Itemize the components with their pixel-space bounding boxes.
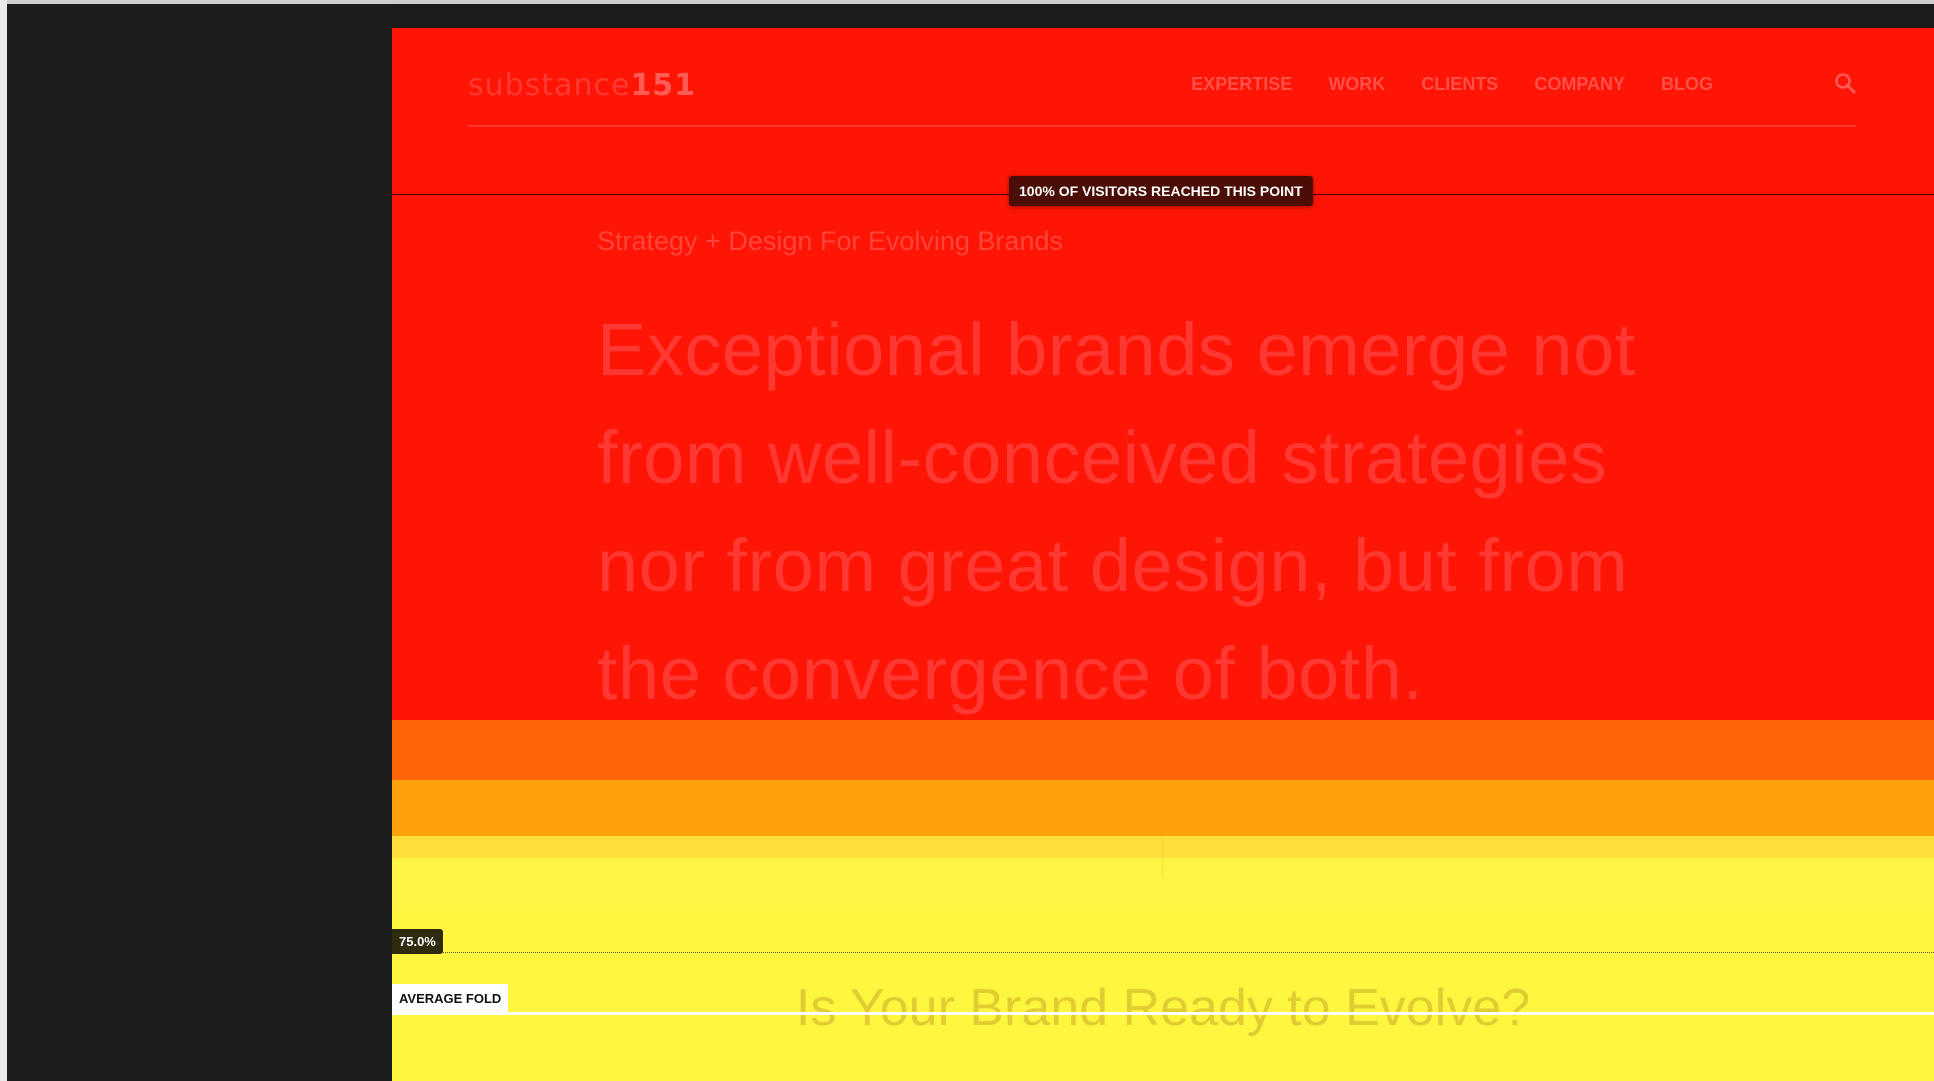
nav-company[interactable]: COMPANY: [1534, 74, 1625, 95]
heatmap-band-gold: [392, 836, 1934, 858]
nav-clients[interactable]: CLIENTS: [1421, 74, 1498, 95]
top-reach-label: 100% OF VISITORS REACHED THIS POINT: [1009, 176, 1313, 206]
heatmap-band-yellow: [392, 858, 1934, 910]
search-icon[interactable]: [1834, 72, 1856, 94]
hero-heading: Exceptional brands emerge not from well-…: [597, 308, 1636, 715]
window-left-edge: [0, 0, 7, 1081]
scroll-depth-label[interactable]: 75.0%: [392, 929, 443, 954]
heatmap-band-orange: [392, 720, 1934, 780]
header-divider: [468, 125, 1856, 127]
heatmap-band-amber: [392, 780, 1934, 836]
nav-blog[interactable]: BLOG: [1661, 74, 1713, 95]
nav-work[interactable]: WORK: [1328, 74, 1385, 95]
scroll-heatmap-preview: substance151 EXPERTISE WORK CLIENTS COMP…: [392, 28, 1934, 1081]
nav-expertise[interactable]: EXPERTISE: [1191, 74, 1292, 95]
logo-number: 151: [630, 68, 697, 103]
average-fold-line: [392, 1012, 1934, 1015]
left-panel: [7, 4, 392, 1081]
divider: [1162, 836, 1163, 876]
logo-text: substance: [468, 68, 631, 103]
site-tagline: Strategy + Design For Evolving Brands: [597, 226, 1063, 256]
site-logo[interactable]: substance151: [468, 68, 696, 103]
cta-heading: Is Your Brand Ready to Evolve?: [795, 979, 1531, 1037]
scroll-depth-line: [392, 952, 1934, 953]
main-nav: EXPERTISE WORK CLIENTS COMPANY BLOG: [1191, 74, 1713, 95]
average-fold-label: AVERAGE FOLD: [392, 984, 509, 1013]
